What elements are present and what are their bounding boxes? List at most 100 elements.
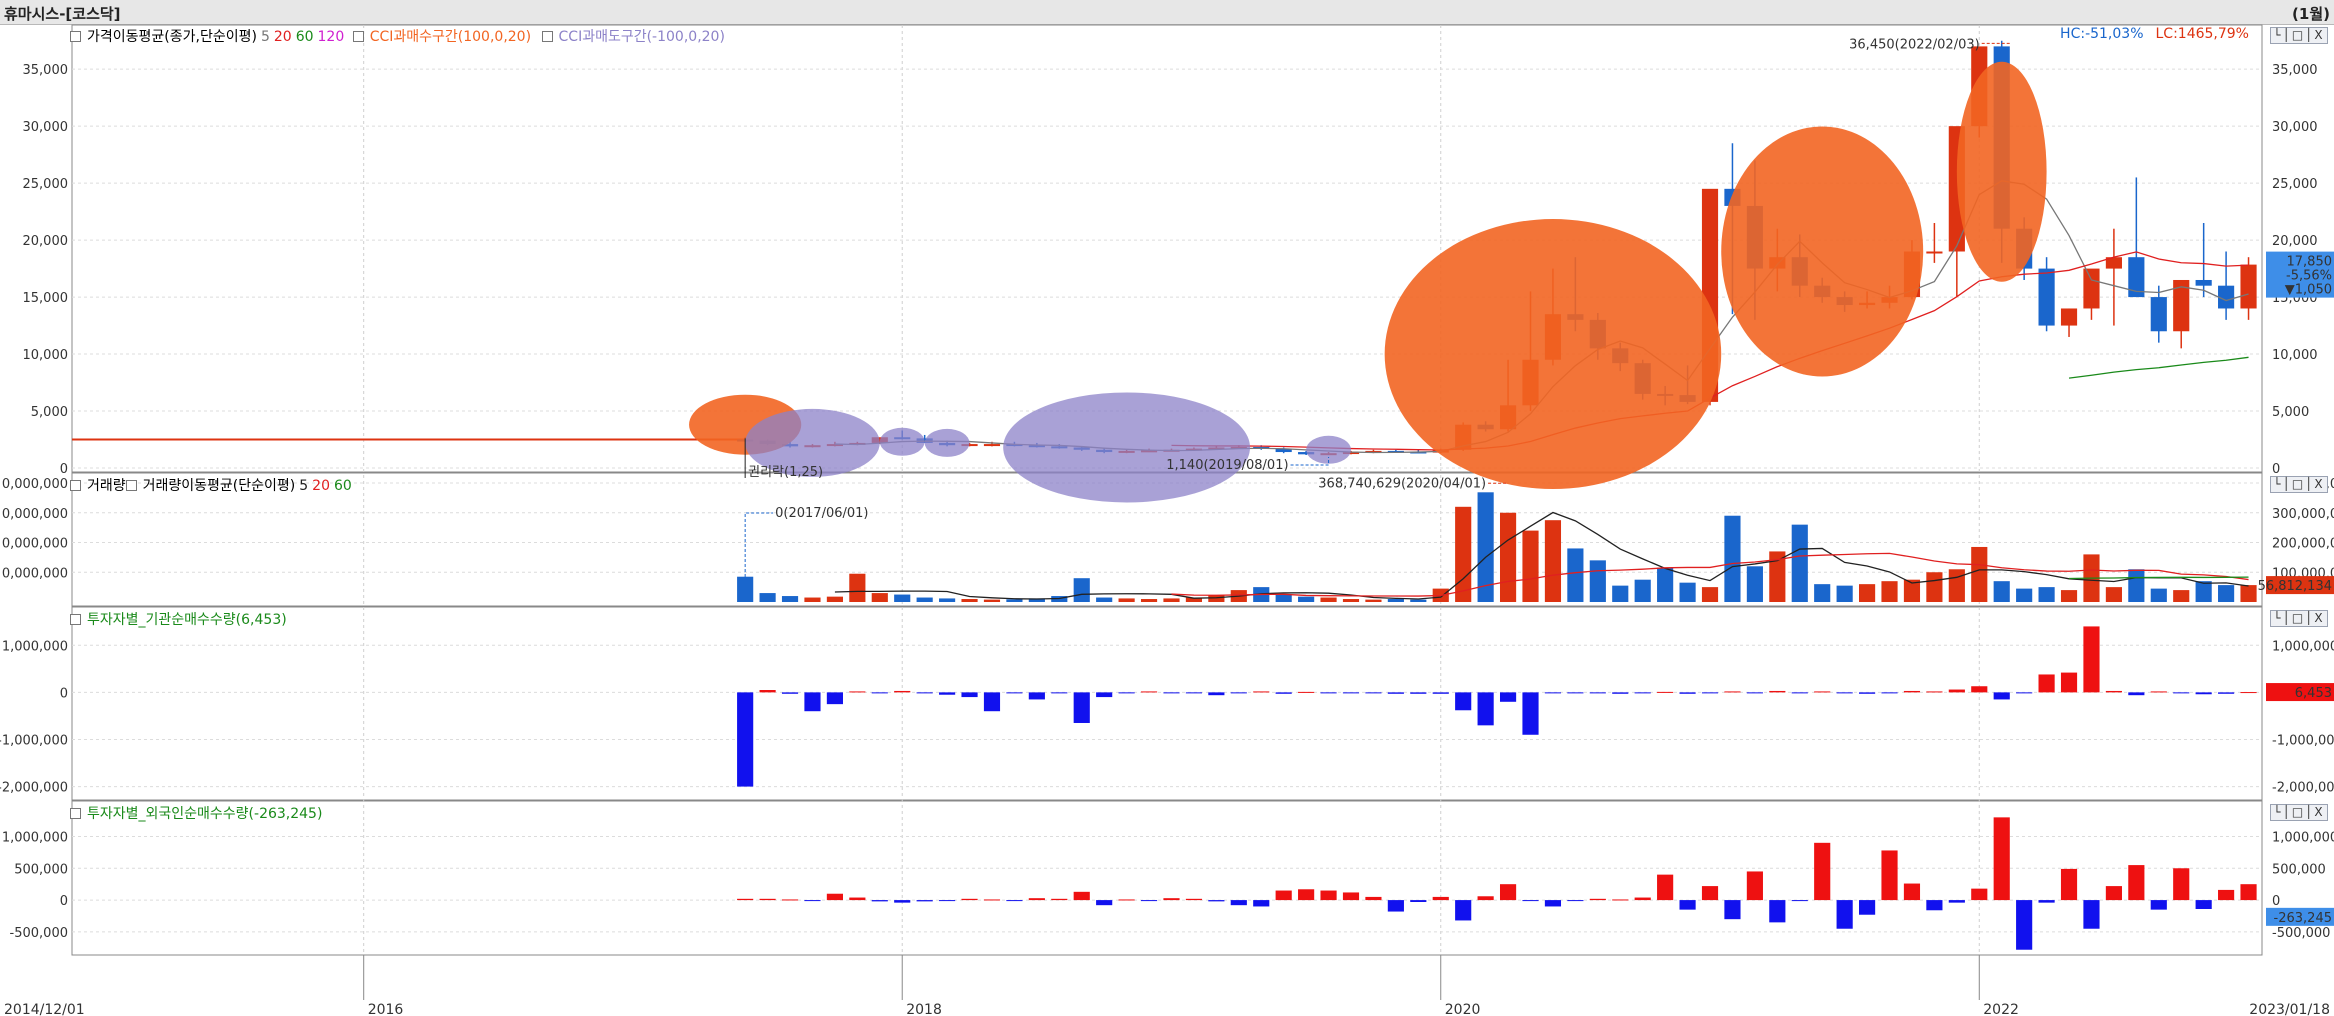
volume-bar[interactable]: [2060, 590, 2078, 602]
volume-bar[interactable]: [1814, 584, 1831, 602]
foreign-bar[interactable]: [2240, 884, 2257, 901]
foreign-bar[interactable]: [1028, 898, 1045, 901]
volume-bar[interactable]: [1679, 582, 1696, 602]
volume-bar[interactable]: [2218, 585, 2235, 602]
institution-bar[interactable]: [1544, 692, 1562, 694]
institution-bar[interactable]: [1881, 692, 1898, 694]
institution-bar[interactable]: [1791, 692, 1808, 694]
foreign-bar[interactable]: [1455, 900, 1472, 921]
institution-bar[interactable]: [2060, 672, 2078, 693]
institution-bar[interactable]: [2150, 691, 2167, 693]
foreign-bar[interactable]: [2083, 900, 2100, 929]
volume-bar[interactable]: [1881, 581, 1898, 602]
institution-bar[interactable]: [961, 692, 978, 698]
foreign-bar[interactable]: [1701, 886, 1719, 901]
volume-bar[interactable]: [1948, 569, 1965, 602]
institution-bar[interactable]: [1612, 692, 1629, 694]
foreign-bar[interactable]: [983, 899, 1001, 901]
foreign-bar[interactable]: [1724, 900, 1741, 920]
institution-bar[interactable]: [2173, 692, 2190, 694]
volume-bar[interactable]: [849, 573, 866, 602]
candle-body[interactable]: [2150, 297, 2167, 332]
foreign-bar[interactable]: [2150, 900, 2167, 910]
foreign-bar[interactable]: [1769, 900, 1786, 923]
foreign-bar[interactable]: [1365, 896, 1382, 901]
foreign-bar[interactable]: [1657, 874, 1674, 901]
volume-bar[interactable]: [759, 593, 776, 602]
foreign-bar[interactable]: [1118, 899, 1135, 901]
institution-bar[interactable]: [1342, 692, 1360, 694]
foreign-bar[interactable]: [939, 900, 956, 902]
volume-bar[interactable]: [2038, 587, 2055, 602]
volume-bar[interactable]: [1657, 567, 1674, 602]
volume-bar[interactable]: [894, 594, 911, 602]
volume-bar[interactable]: [939, 598, 956, 602]
volume-bar[interactable]: [1791, 524, 1808, 602]
institution-bar[interactable]: [1455, 692, 1472, 711]
volume-bar[interactable]: [1096, 597, 1113, 602]
institution-bar[interactable]: [1567, 692, 1584, 694]
volume-bar[interactable]: [1522, 530, 1539, 602]
institution-bar[interactable]: [2016, 692, 2033, 694]
volume-bar[interactable]: [1544, 520, 1562, 602]
legend-toggle-icon[interactable]: [70, 808, 81, 819]
foreign-bar[interactable]: [1006, 900, 1023, 902]
volume-bar[interactable]: [1006, 599, 1023, 602]
institution-bar[interactable]: [1208, 692, 1225, 696]
institution-bar[interactable]: [1253, 691, 1270, 693]
foreign-bar[interactable]: [1544, 900, 1562, 907]
volume-bar[interactable]: [1701, 587, 1719, 602]
foreign-bar[interactable]: [1859, 900, 1876, 915]
institution-bar[interactable]: [1859, 692, 1876, 694]
volume-bar[interactable]: [871, 593, 888, 602]
foreign-bar[interactable]: [871, 900, 888, 902]
legend-toggle-icon[interactable]: [541, 31, 553, 42]
institution-bar[interactable]: [1410, 692, 1427, 694]
volume-bar[interactable]: [781, 596, 799, 602]
foreign-bar[interactable]: [894, 900, 911, 903]
candle-body[interactable]: [2218, 285, 2235, 309]
volume-bar[interactable]: [1163, 598, 1180, 602]
foreign-bar[interactable]: [1096, 900, 1113, 906]
foreign-bar[interactable]: [1163, 898, 1180, 901]
volume-bar[interactable]: [1410, 599, 1427, 602]
foreign-bar[interactable]: [2016, 900, 2033, 950]
institution-bar[interactable]: [1432, 692, 1449, 694]
volume-bar[interactable]: [2016, 588, 2033, 602]
foreign-bar[interactable]: [1903, 883, 1921, 901]
volume-bar[interactable]: [983, 599, 1001, 602]
foreign-bar[interactable]: [1073, 891, 1090, 901]
foreign-bar[interactable]: [1522, 900, 1539, 902]
candle-body[interactable]: [2060, 308, 2078, 326]
candle-body[interactable]: [2038, 268, 2055, 326]
candle-body[interactable]: [1926, 251, 1943, 254]
foreign-bar[interactable]: [759, 898, 776, 901]
volume-bar[interactable]: [1320, 597, 1337, 602]
legend-toggle-icon[interactable]: [125, 480, 137, 491]
foreign-bar[interactable]: [1567, 900, 1584, 902]
foreign-bar[interactable]: [1746, 871, 1763, 901]
institution-bar[interactable]: [2195, 692, 2212, 695]
institution-bar[interactable]: [1230, 692, 1247, 694]
foreign-bar[interactable]: [1208, 900, 1225, 902]
institution-bar[interactable]: [804, 692, 821, 712]
volume-bar[interactable]: [1926, 572, 1943, 602]
volume-bar[interactable]: [804, 597, 821, 602]
foreign-bar[interactable]: [1634, 897, 1651, 901]
foreign-bar[interactable]: [1948, 900, 1965, 903]
volume-bar[interactable]: [1298, 596, 1315, 602]
institution-bar[interactable]: [826, 692, 843, 705]
legend-toggle-icon[interactable]: [70, 480, 81, 491]
foreign-bar[interactable]: [1836, 900, 1853, 929]
institution-bar[interactable]: [1006, 692, 1023, 694]
volume-bar[interactable]: [2128, 569, 2145, 602]
volume-bar[interactable]: [916, 597, 933, 602]
foreign-bar[interactable]: [2105, 886, 2122, 901]
volume-bar[interactable]: [1746, 566, 1763, 602]
legend-toggle-icon[interactable]: [70, 31, 81, 42]
volume-bar[interactable]: [2173, 590, 2190, 602]
foreign-bar[interactable]: [1791, 900, 1808, 902]
volume-bar[interactable]: [1387, 599, 1404, 602]
volume-bar[interactable]: [2150, 588, 2167, 602]
volume-bar[interactable]: [1140, 599, 1158, 602]
